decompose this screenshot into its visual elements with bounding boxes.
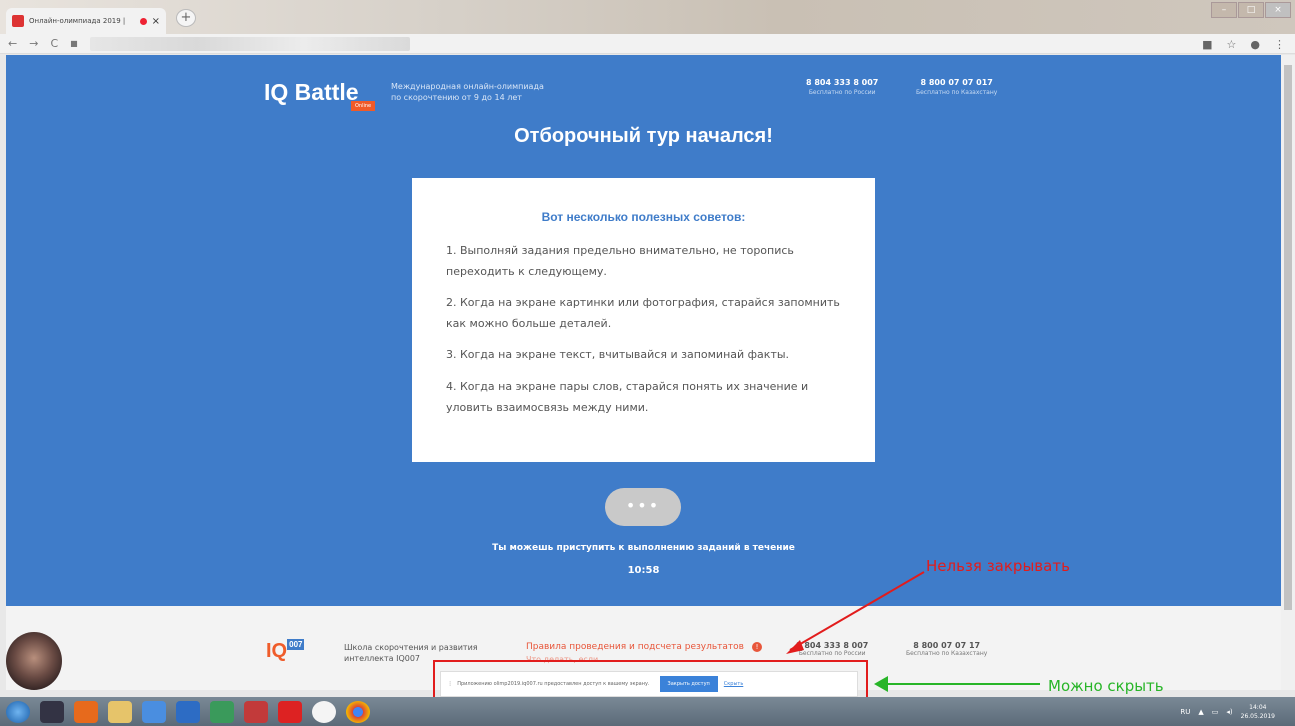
app-red-icon[interactable] (278, 700, 302, 723)
chrome-icon[interactable] (346, 700, 370, 723)
steam-icon[interactable] (40, 700, 64, 723)
clock-time: 14:04 (1249, 703, 1267, 711)
game-icon[interactable] (244, 700, 268, 723)
network-icon[interactable]: ▭ (1212, 708, 1219, 716)
zoom-icon[interactable] (176, 700, 200, 723)
folder-icon[interactable] (108, 700, 132, 723)
system-tray: RU ▲ ▭ ◂) 14:04 26.05.2019 (1180, 697, 1275, 726)
tray-arrow-icon[interactable]: ▲ (1198, 708, 1203, 716)
start-button[interactable] (6, 700, 30, 723)
green-arrow-icon (874, 676, 1040, 692)
origin-icon[interactable] (74, 700, 98, 723)
windows-taskbar: RU ▲ ▭ ◂) 14:04 26.05.2019 (0, 697, 1295, 726)
app-icon[interactable] (210, 700, 234, 723)
language-indicator[interactable]: RU (1180, 708, 1190, 716)
mail-icon[interactable] (142, 700, 166, 723)
annotation-arrows (786, 571, 1040, 692)
yandex-browser-icon[interactable] (312, 700, 336, 723)
clock[interactable]: 14:04 26.05.2019 (1241, 703, 1275, 721)
volume-icon[interactable]: ◂) (1226, 708, 1232, 716)
clock-date: 26.05.2019 (1240, 712, 1275, 720)
red-arrow-icon (786, 571, 925, 654)
